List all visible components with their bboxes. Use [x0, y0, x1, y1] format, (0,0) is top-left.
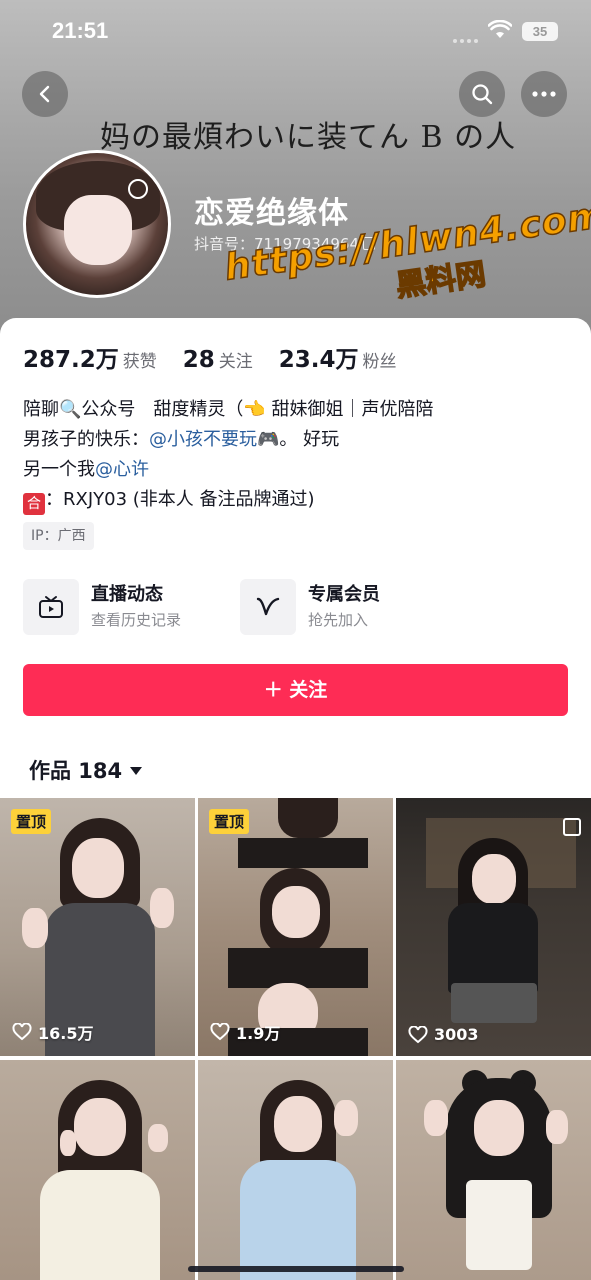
status-time: 21:51 — [52, 18, 109, 43]
bio-line: 陪聊🔍公众号 甜度精灵（👈 甜妹御姐｜声优陪陪 — [23, 399, 434, 420]
tv-icon — [23, 579, 79, 635]
pinned-badge: 置顶 — [209, 809, 250, 834]
more-horizontal-icon — [532, 91, 556, 97]
caret-down-icon — [130, 767, 143, 775]
wifi-icon — [487, 19, 513, 40]
bio-mention-link[interactable]: @小孩不要玩🎮 — [149, 429, 279, 450]
stat-label: 粉丝 — [362, 352, 397, 372]
video-tile[interactable]: 置顶 1.9万 — [198, 798, 393, 1056]
more-button[interactable] — [521, 71, 567, 117]
cooperation-icon: 合 — [23, 493, 45, 515]
video-likes-count: 3003 — [434, 1025, 479, 1044]
multi-photo-icon — [563, 818, 581, 836]
chevron-left-icon — [39, 85, 50, 103]
stat-label: 关注 — [218, 352, 253, 372]
stat-likes[interactable]: 287.2万 获赞 — [23, 340, 157, 374]
stat-label: 获赞 — [122, 352, 157, 372]
home-indicator[interactable] — [188, 1266, 404, 1272]
feature-title: 专属会员 — [308, 584, 380, 605]
battery-indicator: 35 — [522, 22, 558, 41]
bio-text: 男孩子的快乐： — [23, 429, 149, 450]
video-likes-count: 1.9万 — [236, 1024, 281, 1043]
profile-nickname: 恋爱绝缘体 — [194, 196, 349, 231]
follow-button[interactable]: ＋ 关注 — [23, 664, 568, 716]
video-tile[interactable]: 3003 — [396, 798, 591, 1056]
bio-line: 男孩子的快乐：@小孩不要玩🎮。 好玩 — [23, 425, 568, 455]
works-tab-label: 作品 184 — [29, 759, 123, 783]
exclusive-member-entry[interactable]: 专属会员 抢先加入 — [240, 577, 380, 637]
avatar[interactable] — [23, 150, 171, 298]
ip-location-tag: IP：广西 — [23, 522, 94, 550]
video-tile[interactable] — [396, 1060, 591, 1280]
feature-subtitle: 查看历史记录 — [91, 611, 182, 629]
profile-stats: 287.2万 获赞 28 关注 23.4万 粉丝 — [23, 340, 423, 374]
bio-text: 。 好玩 — [279, 429, 340, 450]
bio-text: ：RXJY03 (非本人 备注品牌通过) — [45, 489, 315, 510]
banner-handwriting: 妈の最煩わいに装てん B の人 — [100, 120, 517, 155]
works-tab[interactable]: 作品 184 — [29, 755, 143, 785]
bio-mention-link[interactable]: @心许 — [95, 459, 149, 480]
stat-followers[interactable]: 23.4万 粉丝 — [279, 340, 397, 374]
back-button[interactable] — [22, 71, 68, 117]
video-likes: 3003 — [408, 1025, 479, 1044]
stat-value: 23.4万 — [278, 347, 359, 373]
heart-icon — [408, 1025, 428, 1043]
bio-line: 合：RXJY03 (非本人 备注品牌通过) — [23, 485, 568, 515]
stat-following[interactable]: 28 关注 — [183, 347, 253, 373]
status-bar: 21:51 35 — [0, 0, 591, 64]
video-likes-count: 16.5万 — [38, 1024, 94, 1043]
video-tile[interactable] — [0, 1060, 195, 1280]
signal-dots-icon — [453, 28, 483, 43]
live-history-entry[interactable]: 直播动态 查看历史记录 — [23, 577, 181, 637]
search-button[interactable] — [459, 71, 505, 117]
search-icon — [472, 84, 493, 105]
bio-line: 另一个我@心许 — [23, 455, 568, 485]
feature-title: 直播动态 — [91, 584, 163, 605]
heart-icon — [210, 1023, 230, 1041]
video-likes: 16.5万 — [12, 1020, 93, 1044]
video-tile[interactable]: 置顶 16.5万 — [0, 798, 195, 1056]
feature-subtitle: 抢先加入 — [308, 611, 369, 629]
bio-text: 另一个我 — [23, 459, 95, 480]
heart-icon — [12, 1023, 32, 1041]
stat-value: 287.2万 — [23, 347, 119, 373]
profile-bio: 陪聊🔍公众号 甜度精灵（👈 甜妹御姐｜声优陪陪 男孩子的快乐：@小孩不要玩🎮。 … — [23, 395, 568, 515]
video-likes: 1.9万 — [210, 1020, 280, 1044]
pinned-badge: 置顶 — [11, 809, 52, 834]
video-tile[interactable] — [198, 1060, 393, 1280]
stat-value: 28 — [182, 347, 215, 373]
v-badge-icon — [240, 579, 296, 635]
